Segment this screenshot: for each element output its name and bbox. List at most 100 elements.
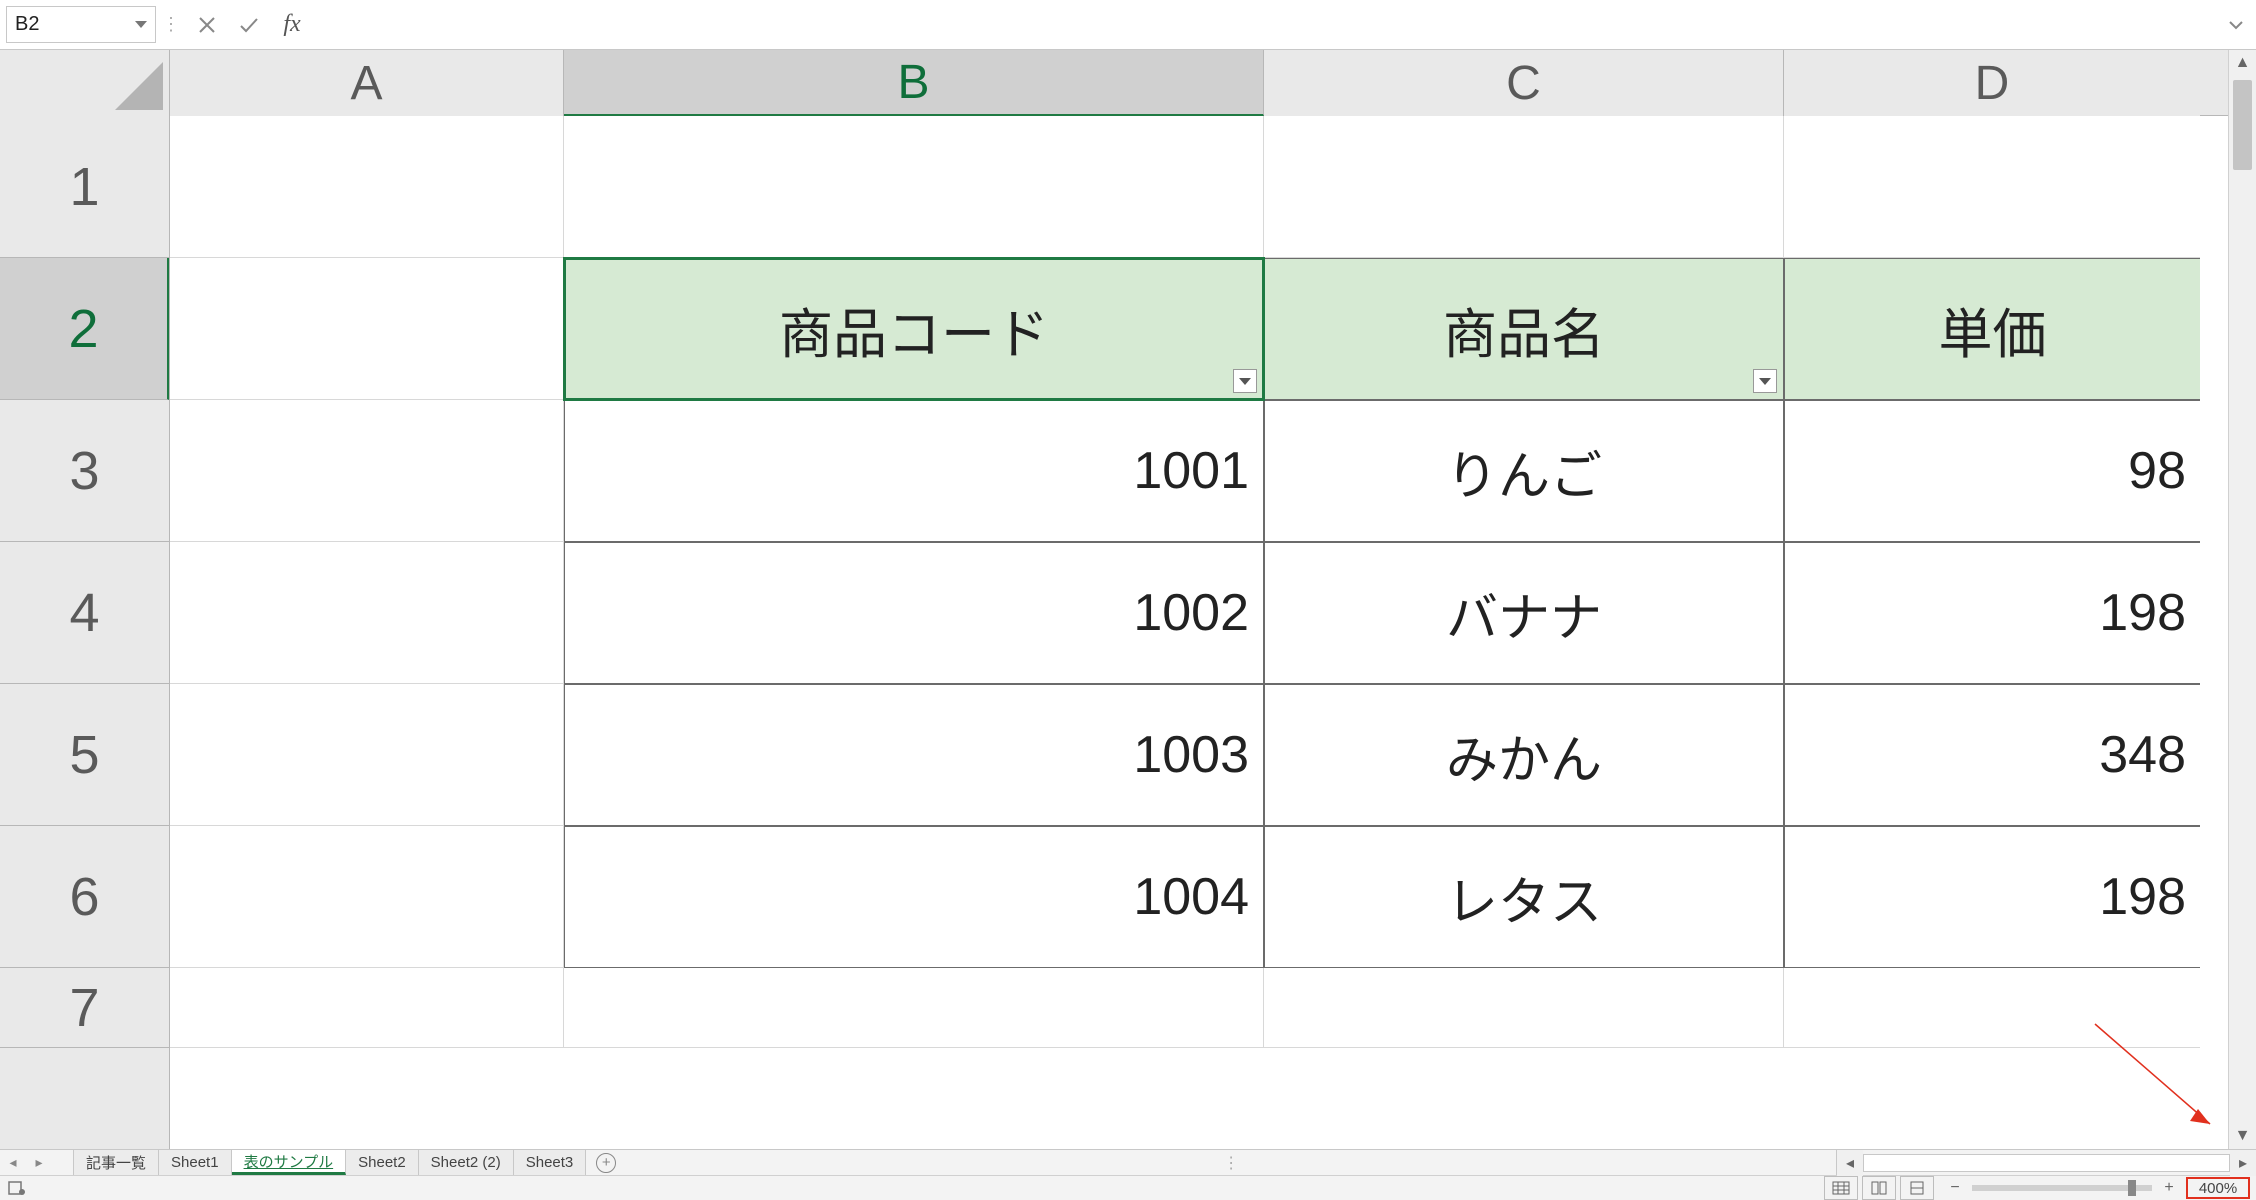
- bottom-bar: ◂ ▸ 記事一覧 Sheet1 表のサンプル Sheet2 Sheet2 (2)…: [0, 1149, 2256, 1199]
- cell-D5[interactable]: 348: [1784, 684, 2200, 826]
- row-header-1[interactable]: 1: [0, 116, 169, 258]
- row-header-5[interactable]: 5: [0, 684, 169, 826]
- plus-icon: +: [596, 1153, 616, 1173]
- view-page-layout-button[interactable]: [1862, 1176, 1896, 1200]
- cell-B6-value: 1004: [1133, 867, 1249, 927]
- cell-C3-value: りんご: [1446, 434, 1602, 509]
- cell-B5[interactable]: 1003: [564, 684, 1264, 826]
- macro-record-button[interactable]: [0, 1176, 34, 1200]
- zoom-in-button[interactable]: +: [2158, 1177, 2180, 1199]
- hscroll-right-button[interactable]: ▸: [2230, 1150, 2256, 1176]
- cell-B4[interactable]: 1002: [564, 542, 1264, 684]
- zoom-out-button[interactable]: −: [1944, 1177, 1966, 1199]
- cell-B5-value: 1003: [1133, 725, 1249, 785]
- cell-D3-value: 98: [2128, 441, 2186, 501]
- cell-A3[interactable]: [170, 400, 564, 542]
- cell-D6[interactable]: 198: [1784, 826, 2200, 968]
- zoom-slider[interactable]: [1972, 1185, 2152, 1191]
- cell-C1[interactable]: [1264, 116, 1784, 258]
- sheet-tab-0[interactable]: 記事一覧: [74, 1150, 159, 1175]
- view-page-break-button[interactable]: [1900, 1176, 1934, 1200]
- tab-nav-prev[interactable]: ◂: [0, 1150, 26, 1175]
- insert-function-button[interactable]: fx: [270, 0, 314, 49]
- x-icon: [198, 16, 216, 34]
- sheet-tab-5[interactable]: Sheet3: [514, 1150, 587, 1175]
- sheet-tab-2-label: 表のサンプル: [244, 1151, 334, 1172]
- zoom-slider-thumb[interactable]: [2128, 1180, 2136, 1196]
- sheet-tab-3[interactable]: Sheet2: [346, 1150, 419, 1175]
- row-header-2[interactable]: 2: [0, 258, 169, 400]
- cell-B2[interactable]: 商品コード: [564, 258, 1264, 400]
- cell-C6[interactable]: レタス: [1264, 826, 1784, 968]
- formula-bar: B2 ⋮ fx: [0, 0, 2256, 50]
- scroll-thumb-vertical[interactable]: [2233, 80, 2252, 170]
- cell-C4[interactable]: バナナ: [1264, 542, 1784, 684]
- cell-B2-value: 商品コード: [779, 290, 1049, 369]
- scroll-down-button[interactable]: ▼: [2229, 1123, 2256, 1149]
- sheet-tab-1[interactable]: Sheet1: [159, 1150, 232, 1175]
- col-header-C[interactable]: C: [1264, 50, 1784, 116]
- tabs-more-separator: ⋮: [1218, 1150, 1244, 1175]
- sheet-tab-2[interactable]: 表のサンプル: [232, 1150, 347, 1175]
- col-header-D[interactable]: D: [1784, 50, 2200, 116]
- row-header-7[interactable]: 7: [0, 968, 169, 1048]
- row-header-6[interactable]: 6: [0, 826, 169, 968]
- cell-A6[interactable]: [170, 826, 564, 968]
- name-box[interactable]: B2: [6, 6, 156, 43]
- zoom-level-value: 400%: [2199, 1180, 2237, 1197]
- cell-A7[interactable]: [170, 968, 564, 1048]
- hscroll-track[interactable]: [1863, 1154, 2230, 1172]
- row-header-3[interactable]: 3: [0, 400, 169, 542]
- cell-A2[interactable]: [170, 258, 564, 400]
- expand-formula-bar-button[interactable]: [2216, 0, 2256, 49]
- cell-D1[interactable]: [1784, 116, 2200, 258]
- grid-icon: [1832, 1181, 1850, 1195]
- cell-A1[interactable]: [170, 116, 564, 258]
- new-sheet-button[interactable]: +: [586, 1150, 626, 1175]
- cell-A5[interactable]: [170, 684, 564, 826]
- cell-C7[interactable]: [1264, 968, 1784, 1048]
- zoom-control: − + 400%: [1944, 1177, 2256, 1199]
- vertical-scrollbar[interactable]: ▲ ▼: [2228, 50, 2256, 1149]
- formula-input[interactable]: [314, 0, 2216, 49]
- cells-area: 商品コード 商品名 単価 1001 りんご 98 1002 バナナ 198: [170, 116, 2228, 1149]
- filter-button-B[interactable]: [1233, 369, 1257, 393]
- select-all-corner[interactable]: [0, 50, 170, 116]
- cell-D7[interactable]: [1784, 968, 2200, 1048]
- cell-B3[interactable]: 1001: [564, 400, 1264, 542]
- cell-D3[interactable]: 98: [1784, 400, 2200, 542]
- cell-B6[interactable]: 1004: [564, 826, 1264, 968]
- col-header-A[interactable]: A: [170, 50, 564, 116]
- cell-C5[interactable]: みかん: [1264, 684, 1784, 826]
- horizontal-scrollbar[interactable]: ◂ ▸: [1836, 1150, 2256, 1175]
- hscroll-left-button[interactable]: ◂: [1837, 1150, 1863, 1176]
- page-layout-icon: [1870, 1181, 1888, 1195]
- page-break-icon: [1908, 1181, 1926, 1195]
- cell-C2-value: 商品名: [1443, 290, 1605, 369]
- tab-nav-next[interactable]: ▸: [26, 1150, 52, 1175]
- name-box-dropdown-icon[interactable]: [135, 21, 147, 28]
- col-header-B[interactable]: B: [564, 50, 1264, 116]
- cell-D4-value: 198: [2099, 583, 2186, 643]
- filter-button-C[interactable]: [1753, 369, 1777, 393]
- sheet-tab-4[interactable]: Sheet2 (2): [419, 1150, 514, 1175]
- row-2: 商品コード 商品名 単価: [170, 258, 2228, 400]
- column-headers: A B C D: [0, 50, 2228, 116]
- cell-D4[interactable]: 198: [1784, 542, 2200, 684]
- zoom-level-display[interactable]: 400%: [2186, 1177, 2250, 1199]
- cell-C2[interactable]: 商品名: [1264, 258, 1784, 400]
- cell-B4-value: 1002: [1133, 583, 1249, 643]
- scroll-up-button[interactable]: ▲: [2229, 50, 2256, 76]
- row-3: 1001 りんご 98: [170, 400, 2228, 542]
- cancel-formula-button[interactable]: [186, 0, 228, 49]
- cell-D2[interactable]: 単価: [1784, 258, 2200, 400]
- cell-D5-value: 348: [2099, 725, 2186, 785]
- cell-C3[interactable]: りんご: [1264, 400, 1784, 542]
- cell-B7[interactable]: [564, 968, 1264, 1048]
- confirm-formula-button[interactable]: [228, 0, 270, 49]
- view-normal-button[interactable]: [1824, 1176, 1858, 1200]
- row-header-4[interactable]: 4: [0, 542, 169, 684]
- cell-A4[interactable]: [170, 542, 564, 684]
- cell-B1[interactable]: [564, 116, 1264, 258]
- cell-D6-value: 198: [2099, 867, 2186, 927]
